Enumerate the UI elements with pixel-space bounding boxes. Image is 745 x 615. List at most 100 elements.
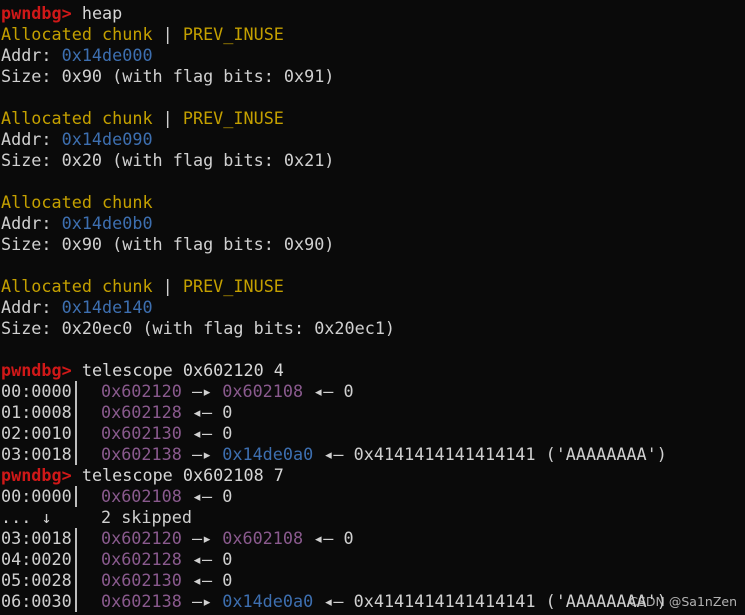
addr-label: Addr: [1, 129, 62, 149]
left-arrow-icon: ◂— [313, 381, 334, 401]
telescope-row: 02:0010 0x602130 ◂— 0 [1, 423, 667, 444]
row-pointer: 0x602108 [222, 528, 304, 548]
command: telescope 0x602120 4 [81, 360, 284, 380]
right-arrow-icon: —▸ [191, 591, 213, 611]
separator-bar [74, 570, 77, 591]
telescope-row: 06:0030 0x602138 —▸ 0x14de0a0 ◂— 0x414141… [1, 591, 667, 612]
row-address: 0x602130 [101, 423, 182, 443]
row-address: 0x602120 [101, 528, 182, 548]
separator-bar [74, 444, 77, 465]
terminal-output: pwndbg> heap Allocated chunk | PREV_INUS… [1, 3, 667, 612]
row-value: 0 [222, 402, 233, 422]
row-index: 05:0028 [1, 570, 101, 591]
row-address: 0x602128 [101, 402, 182, 422]
addr-label: Addr: [1, 213, 62, 233]
skipped-index: ... ↓ [1, 507, 52, 527]
size-value: 0x20 (with flag bits: 0x21) [61, 150, 335, 170]
separator-bar [74, 528, 77, 549]
row-address: 0x602108 [101, 486, 182, 506]
prompt: pwndbg> [1, 3, 72, 23]
row-index: 02:0010 [1, 423, 101, 444]
row-value: 0 [343, 381, 354, 401]
chunk-flag: PREV_INUSE [182, 24, 284, 44]
left-arrow-icon: ◂— [191, 570, 213, 590]
heap-chunks: Allocated chunk | PREV_INUSE Addr: 0x14de… [1, 24, 667, 360]
row-pointer: 0x14de0a0 [222, 444, 314, 464]
row-value: 0x4141414141414141 ('AAAAAAAA') [353, 591, 667, 611]
chunk-type: Allocated chunk [1, 192, 153, 212]
row-value: 0 [343, 528, 354, 548]
row-pointer: 0x14de0a0 [222, 591, 314, 611]
size-value: 0x90 (with flag bits: 0x90) [61, 234, 335, 254]
row-address: 0x602130 [101, 570, 182, 590]
chunk-header: Allocated chunk | PREV_INUSE [1, 24, 667, 45]
telescope-row: 03:0018 0x602120 —▸ 0x602108 ◂— 0 [1, 528, 667, 549]
chunk-header: Allocated chunk [1, 192, 667, 213]
separator-bar [74, 486, 77, 507]
addr-value: 0x14de000 [61, 45, 153, 65]
row-value: 0 [222, 486, 233, 506]
row-index: 03:0018 [1, 528, 101, 549]
chunk-separator: | [152, 108, 183, 128]
addr-value: 0x14de0b0 [61, 213, 153, 233]
size-value: 0x90 (with flag bits: 0x91) [61, 66, 335, 86]
size-label: Size: [1, 150, 62, 170]
chunk-type: Allocated chunk [1, 276, 153, 296]
row-value: 0 [222, 549, 233, 569]
row-index: 06:0030 [1, 591, 101, 612]
telescope-row: 00:0000 0x602108 ◂— 0 [1, 486, 667, 507]
size-value: 0x20ec0 (with flag bits: 0x20ec1) [61, 318, 396, 338]
telescope1-command-line: pwndbg> telescope 0x602120 4 [1, 360, 667, 381]
chunk-size: Size: 0x90 (with flag bits: 0x91) [1, 66, 667, 87]
command: telescope 0x602108 7 [81, 465, 284, 485]
chunk-addr: Addr: 0x14de140 [1, 297, 667, 318]
left-arrow-icon: ◂— [323, 591, 344, 611]
separator-bar [74, 402, 77, 423]
row-address: 0x602138 [101, 444, 182, 464]
skipped-row: ... ↓ 2 skipped [1, 507, 667, 528]
right-arrow-icon: —▸ [191, 444, 213, 464]
prompt: pwndbg> [1, 465, 72, 485]
chunk-size: Size: 0x20 (with flag bits: 0x21) [1, 150, 667, 171]
telescope-row: 04:0020 0x602128 ◂— 0 [1, 549, 667, 570]
left-arrow-icon: ◂— [313, 528, 334, 548]
row-address: 0x602120 [101, 381, 182, 401]
telescope-row: 05:0028 0x602130 ◂— 0 [1, 570, 667, 591]
separator-bar [74, 591, 77, 612]
separator-bar [74, 381, 77, 402]
heap-command-line: pwndbg> heap [1, 3, 667, 24]
right-arrow-icon: —▸ [191, 528, 213, 548]
separator-bar [74, 423, 77, 444]
telescope1-output: 00:0000 0x602120 —▸ 0x602108 ◂— 0 01:0008 0… [1, 381, 667, 465]
chunk-addr: Addr: 0x14de0b0 [1, 213, 667, 234]
left-arrow-icon: ◂— [191, 549, 213, 569]
row-index: 00:0000 [1, 381, 101, 402]
command: heap [81, 3, 123, 23]
left-arrow-icon: ◂— [191, 402, 213, 422]
addr-value: 0x14de090 [61, 129, 153, 149]
chunk-type: Allocated chunk [1, 108, 153, 128]
left-arrow-icon: ◂— [323, 444, 344, 464]
separator-bar [74, 549, 77, 570]
telescope2-output: 03:0018 0x602120 —▸ 0x602108 ◂— 0 04:0020 0… [1, 528, 667, 612]
row-address: 0x602128 [101, 549, 182, 569]
chunk-separator: | [152, 276, 183, 296]
left-arrow-icon: ◂— [191, 423, 213, 443]
prompt: pwndbg> [1, 360, 72, 380]
size-label: Size: [1, 66, 62, 86]
chunk-addr: Addr: 0x14de090 [1, 129, 667, 150]
telescope-row: 00:0000 0x602120 —▸ 0x602108 ◂— 0 [1, 381, 667, 402]
chunk-type: Allocated chunk [1, 24, 153, 44]
telescope-row: 01:0008 0x602128 ◂— 0 [1, 402, 667, 423]
telescope2-command-line: pwndbg> telescope 0x602108 7 [1, 465, 667, 486]
row-address: 0x602138 [101, 591, 182, 611]
row-index: 04:0020 [1, 549, 101, 570]
chunk-addr: Addr: 0x14de000 [1, 45, 667, 66]
right-arrow-icon: —▸ [191, 381, 213, 401]
row-value: 0 [222, 423, 233, 443]
size-label: Size: [1, 318, 62, 338]
chunk-flag: PREV_INUSE [182, 276, 284, 296]
size-label: Size: [1, 234, 62, 254]
chunk-separator: | [152, 24, 183, 44]
